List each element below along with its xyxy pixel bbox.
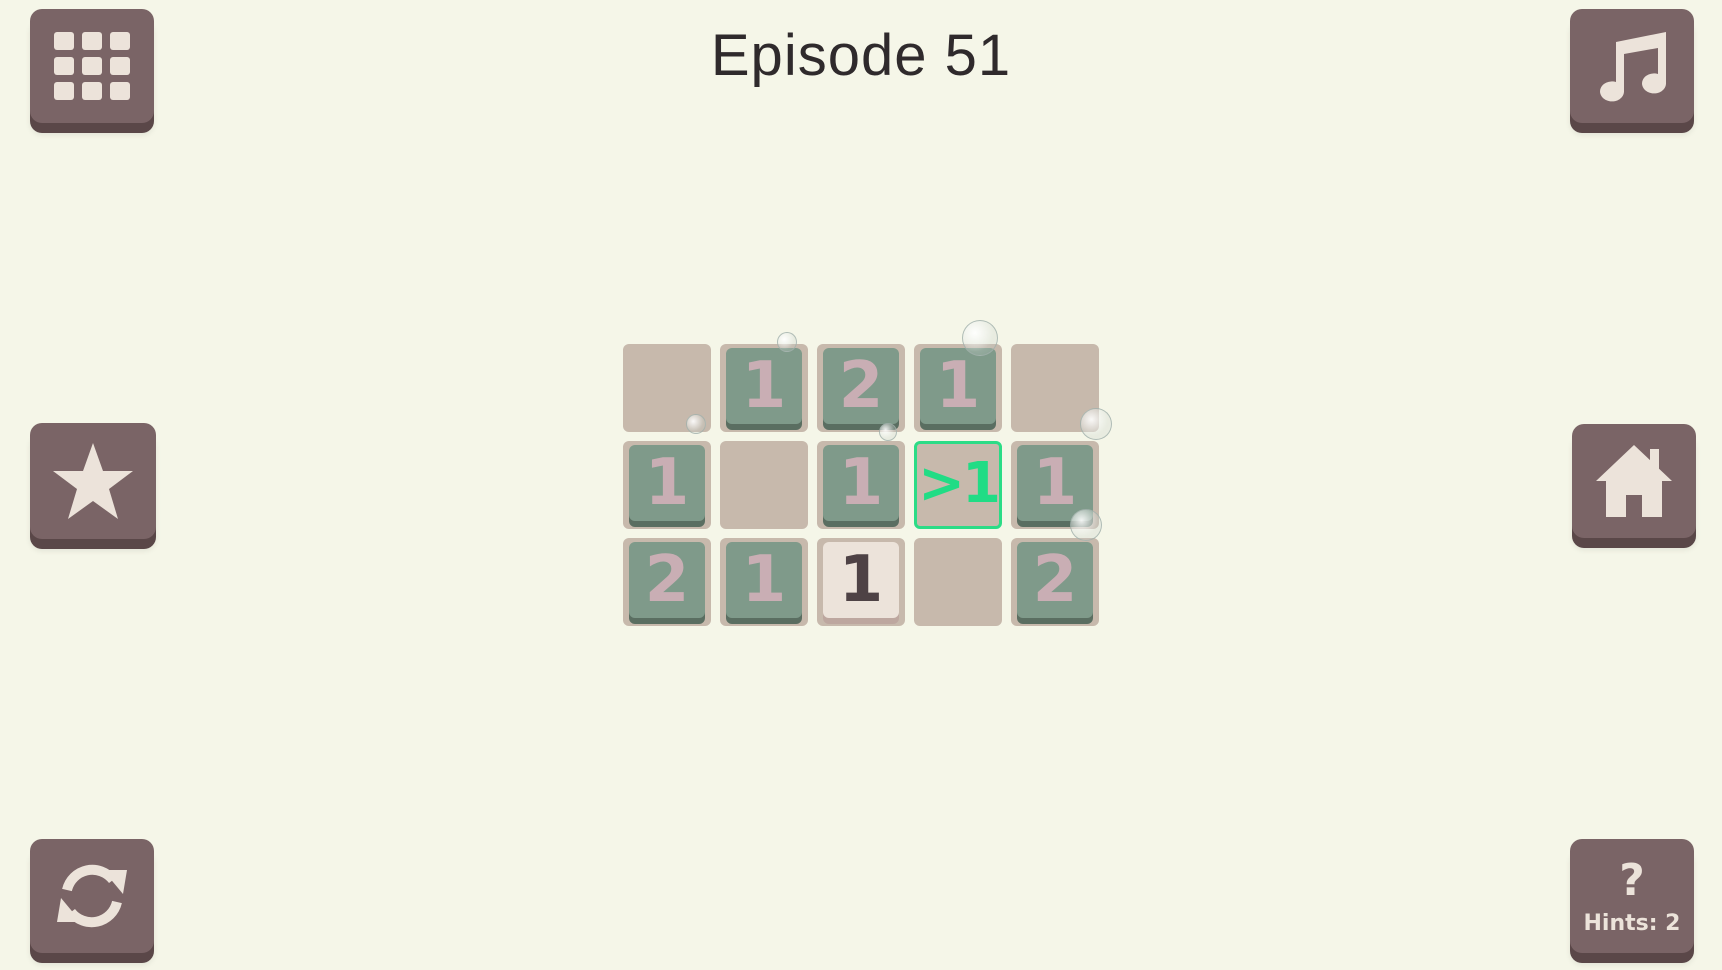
number-tile[interactable]: 1 bbox=[1017, 445, 1093, 521]
board-cell[interactable]: 1 bbox=[1011, 441, 1099, 529]
music-note-icon bbox=[1594, 28, 1670, 104]
board-cell[interactable]: 1 bbox=[914, 344, 1002, 432]
number-tile[interactable]: 2 bbox=[1017, 542, 1093, 618]
hints-count-label: Hints: 2 bbox=[1583, 910, 1681, 936]
board-cell[interactable]: 1 bbox=[817, 538, 905, 626]
game-screen: Episode 51 ? Hints: 2 1 2 1 1 1 >1 1 2 1… bbox=[0, 0, 1722, 970]
board-cell[interactable]: 2 bbox=[817, 344, 905, 432]
board-cell[interactable]: 2 bbox=[1011, 538, 1099, 626]
home-button[interactable] bbox=[1572, 424, 1696, 538]
number-tile[interactable]: 2 bbox=[823, 348, 899, 424]
music-button[interactable] bbox=[1570, 9, 1694, 123]
board-cell[interactable]: 1 bbox=[817, 441, 905, 529]
selected-tile[interactable]: >1 bbox=[918, 445, 1001, 521]
board-cell bbox=[1011, 344, 1099, 432]
restart-icon bbox=[51, 860, 133, 932]
game-board: 1 2 1 1 1 >1 1 2 1 1 2 bbox=[623, 344, 1099, 628]
revealed-tile[interactable]: 1 bbox=[823, 542, 899, 618]
number-tile[interactable]: 1 bbox=[629, 445, 705, 521]
board-cell bbox=[914, 538, 1002, 626]
home-icon bbox=[1594, 443, 1674, 519]
star-icon bbox=[51, 441, 135, 521]
hint-button[interactable]: ? Hints: 2 bbox=[1570, 839, 1694, 953]
number-tile[interactable]: 1 bbox=[726, 542, 802, 618]
number-tile[interactable]: 1 bbox=[920, 348, 996, 424]
board-cell[interactable]: 1 bbox=[720, 344, 808, 432]
board-cell[interactable]: >1 bbox=[914, 441, 1002, 529]
board-cell bbox=[720, 441, 808, 529]
number-tile[interactable]: 2 bbox=[629, 542, 705, 618]
board-cell bbox=[623, 344, 711, 432]
restart-button[interactable] bbox=[30, 839, 154, 953]
levels-button[interactable] bbox=[30, 9, 154, 123]
number-tile[interactable]: 1 bbox=[823, 445, 899, 521]
board-cell[interactable]: 2 bbox=[623, 538, 711, 626]
episode-title: Episode 51 bbox=[710, 23, 1012, 88]
number-tile[interactable]: 1 bbox=[726, 348, 802, 424]
grid-icon bbox=[54, 32, 130, 100]
favorite-button[interactable] bbox=[30, 423, 156, 539]
board-cell[interactable]: 1 bbox=[720, 538, 808, 626]
question-mark-icon: ? bbox=[1619, 854, 1645, 906]
board-cell[interactable]: 1 bbox=[623, 441, 711, 529]
